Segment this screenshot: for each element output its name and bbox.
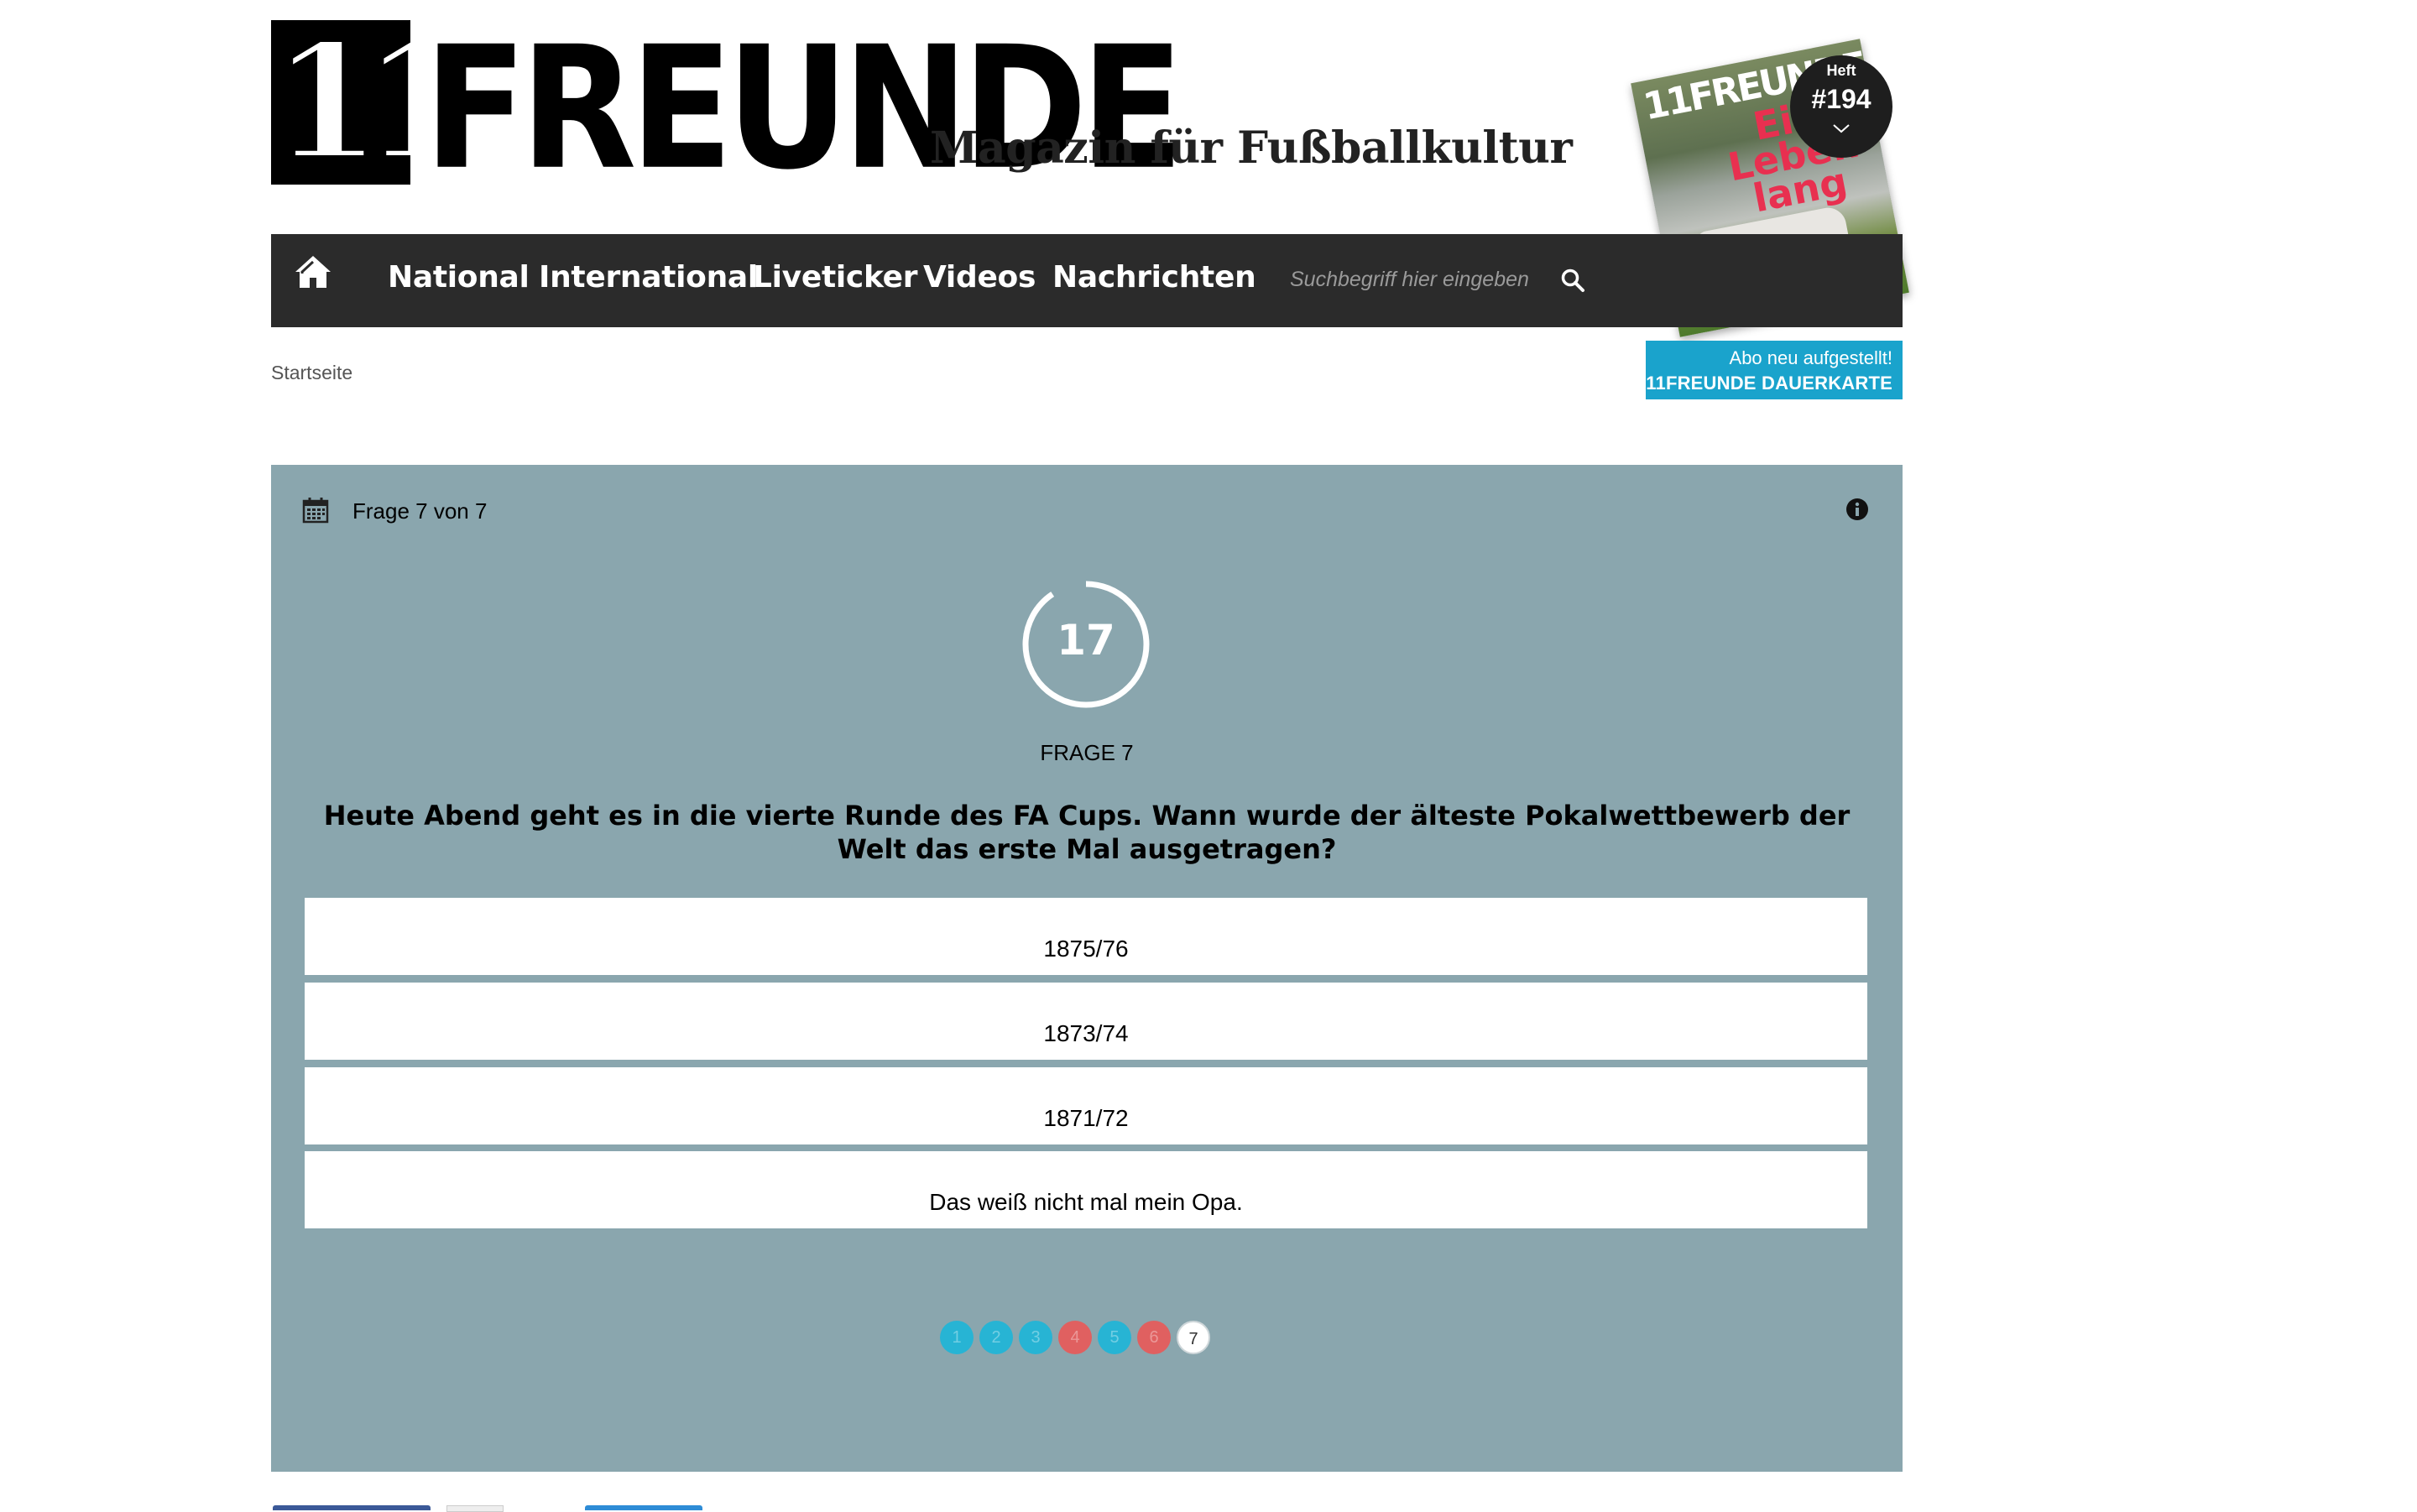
question-text: Heute Abend geht es in die vierte Runde … bbox=[323, 800, 1851, 865]
nav-item-liveticker[interactable]: Liveticker bbox=[753, 260, 918, 295]
timer-value: 17 bbox=[1057, 616, 1115, 665]
abo-promo-box[interactable]: Abo neu aufgestellt! 11FREUNDE DAUERKART… bbox=[1646, 341, 1903, 399]
search-input[interactable] bbox=[1288, 262, 1543, 297]
progress-dot: 7 bbox=[1177, 1321, 1210, 1354]
nav-item-nachrichten[interactable]: Nachrichten bbox=[1052, 260, 1256, 295]
abo-promo-line2: 11FREUNDE DAUERKARTE bbox=[1646, 373, 1892, 394]
tagline: Magazin für Fußballkultur bbox=[930, 123, 1573, 174]
issue-label: Heft bbox=[1826, 62, 1856, 79]
countdown-timer: 17 bbox=[1019, 577, 1153, 712]
progress-dot: 2 bbox=[979, 1321, 1013, 1354]
answer-option-2[interactable]: 1873/74 bbox=[305, 983, 1867, 1060]
calendar-icon bbox=[302, 498, 329, 524]
issue-number: #194 bbox=[1811, 84, 1871, 114]
abo-promo-line1: Abo neu aufgestellt! bbox=[1729, 347, 1892, 368]
progress-dot: 6 bbox=[1137, 1321, 1171, 1354]
nav-item-videos[interactable]: Videos bbox=[923, 260, 1036, 295]
issue-badge[interactable]: Heft #194 bbox=[1790, 55, 1892, 158]
progress-dot: 5 bbox=[1098, 1321, 1131, 1354]
progress-dot: 4 bbox=[1058, 1321, 1092, 1354]
answer-option-4[interactable]: Das weiß nicht mal mein Opa. bbox=[305, 1151, 1867, 1228]
twitter-share-button[interactable] bbox=[585, 1505, 702, 1510]
breadcrumb[interactable]: Startseite bbox=[271, 362, 352, 384]
quiz-progress-label: Frage 7 von 7 bbox=[352, 498, 488, 524]
logo-number: 11 bbox=[271, 20, 410, 185]
answer-option-1[interactable]: 1875/76 bbox=[305, 898, 1867, 975]
search-icon[interactable] bbox=[1559, 267, 1586, 294]
facebook-share-button[interactable] bbox=[273, 1505, 431, 1510]
answer-option-3[interactable]: 1871/72 bbox=[305, 1067, 1867, 1144]
share-button[interactable] bbox=[446, 1505, 504, 1512]
progress-dot: 3 bbox=[1019, 1321, 1052, 1354]
home-icon[interactable] bbox=[294, 253, 332, 290]
nav-item-international[interactable]: International bbox=[539, 260, 758, 295]
progress-dot: 1 bbox=[940, 1321, 974, 1354]
chevron-down-icon bbox=[1833, 124, 1850, 133]
question-progress-dots: 1 2 3 4 5 6 7 bbox=[940, 1321, 1210, 1354]
question-number-label: FRAGE 7 bbox=[1040, 740, 1134, 765]
logo-number-box: 11 bbox=[271, 20, 410, 185]
info-icon[interactable] bbox=[1845, 498, 1869, 521]
nav-item-national[interactable]: National bbox=[388, 260, 530, 295]
